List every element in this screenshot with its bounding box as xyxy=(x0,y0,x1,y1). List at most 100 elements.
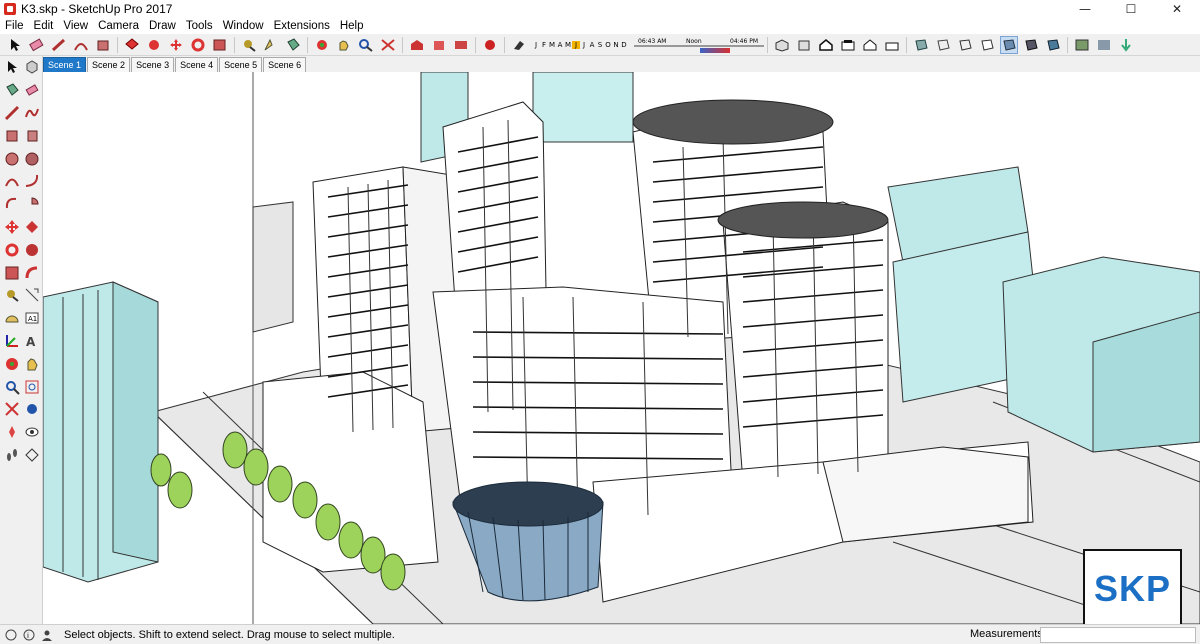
tab-scene-5[interactable]: Scene 5 xyxy=(219,57,263,72)
orbit-icon[interactable] xyxy=(313,36,331,54)
month-oct[interactable]: O xyxy=(604,41,612,49)
close-button[interactable]: ✕ xyxy=(1154,0,1200,18)
zoom-tool-icon[interactable] xyxy=(3,378,21,396)
line-tool-icon[interactable] xyxy=(3,104,21,122)
two-point-arc-tool-icon[interactable] xyxy=(23,172,41,190)
month-jul[interactable]: J xyxy=(580,41,588,49)
tab-scene-1[interactable]: Scene 1 xyxy=(43,57,87,72)
rotate-icon[interactable] xyxy=(189,36,207,54)
polygon-tool-icon[interactable] xyxy=(23,150,41,168)
menu-help[interactable]: Help xyxy=(335,18,369,34)
geo-location-icon[interactable] xyxy=(1095,36,1113,54)
walk-tool-icon[interactable] xyxy=(3,446,21,464)
shadow-toggle-icon[interactable] xyxy=(510,36,528,54)
move-tool-icon[interactable] xyxy=(3,218,21,236)
previous-view-tool-icon[interactable] xyxy=(23,400,41,418)
three-point-arc-tool-icon[interactable] xyxy=(3,195,21,213)
tab-scene-3[interactable]: Scene 3 xyxy=(131,57,175,72)
menu-view[interactable]: View xyxy=(58,18,93,34)
rotated-rectangle-tool-icon[interactable] xyxy=(23,127,41,145)
user-icon[interactable] xyxy=(40,628,54,642)
select-tool-icon[interactable] xyxy=(3,58,21,76)
arc-tool-icon[interactable] xyxy=(3,172,21,190)
time-slider-handle[interactable] xyxy=(700,47,730,53)
hiddenline-icon[interactable] xyxy=(978,36,996,54)
month-jun-selected[interactable]: J xyxy=(572,40,580,49)
pan-tool-icon[interactable] xyxy=(23,355,41,373)
month-aug[interactable]: A xyxy=(588,41,596,49)
tab-scene-2[interactable]: Scene 2 xyxy=(87,57,131,72)
shapes-icon[interactable] xyxy=(94,36,112,54)
time-track[interactable]: 06:43 AM Noon 04:46 PM xyxy=(634,36,764,54)
paint-bucket-icon[interactable] xyxy=(284,36,302,54)
follow-me-tool-icon[interactable] xyxy=(23,241,41,259)
monochrome-icon[interactable] xyxy=(1044,36,1062,54)
arc-icon[interactable] xyxy=(72,36,90,54)
iso-view-icon[interactable] xyxy=(773,36,791,54)
rectangle-tool-icon[interactable] xyxy=(3,127,21,145)
orbit-tool-icon[interactable] xyxy=(3,355,21,373)
model-viewport[interactable]: SKP xyxy=(43,72,1200,624)
share-model-icon[interactable] xyxy=(430,36,448,54)
zoom-icon[interactable] xyxy=(357,36,375,54)
month-feb[interactable]: F xyxy=(540,41,548,49)
month-sep[interactable]: S xyxy=(596,41,604,49)
select-icon[interactable] xyxy=(6,36,24,54)
month-jan[interactable]: J xyxy=(532,41,540,49)
geo-status-icon[interactable] xyxy=(4,628,18,642)
pan-icon[interactable] xyxy=(335,36,353,54)
dimension-tool-icon[interactable] xyxy=(23,286,41,304)
month-dec[interactable]: D xyxy=(620,41,628,49)
follow-me-icon[interactable] xyxy=(145,36,163,54)
menu-window[interactable]: Window xyxy=(218,18,269,34)
zoom-window-tool-icon[interactable] xyxy=(23,378,41,396)
menu-extensions[interactable]: Extensions xyxy=(269,18,335,34)
scale-icon[interactable] xyxy=(211,36,229,54)
extension-warehouse-icon[interactable] xyxy=(452,36,470,54)
back-view-icon[interactable] xyxy=(861,36,879,54)
menu-file[interactable]: File xyxy=(0,18,29,34)
3d-text-tool-icon[interactable]: A xyxy=(23,332,41,350)
tab-scene-6[interactable]: Scene 6 xyxy=(263,57,307,72)
text-tool-icon[interactable]: A1 xyxy=(23,309,41,327)
eraser-tool-icon[interactable] xyxy=(23,81,41,99)
measurements-input[interactable] xyxy=(1040,627,1196,643)
menu-tools[interactable]: Tools xyxy=(181,18,218,34)
shadow-month-selector[interactable]: J F M A M J J A S O N D xyxy=(532,36,628,54)
push-pull-tool-icon[interactable] xyxy=(23,218,41,236)
circle-tool-icon[interactable] xyxy=(3,150,21,168)
make-component-icon[interactable] xyxy=(23,58,41,76)
offset-tool-icon[interactable] xyxy=(23,264,41,282)
protractor-tool-icon[interactable] xyxy=(3,309,21,327)
xray-icon[interactable] xyxy=(912,36,930,54)
shaded-icon[interactable] xyxy=(1000,35,1018,54)
month-may[interactable]: M xyxy=(564,41,572,49)
tape-measure-tool-icon[interactable] xyxy=(3,286,21,304)
backedges-icon[interactable] xyxy=(934,36,952,54)
move-icon[interactable] xyxy=(167,36,185,54)
scale-tool-icon[interactable] xyxy=(3,264,21,282)
zoom-extents-icon[interactable] xyxy=(379,36,397,54)
warehouse-icon[interactable] xyxy=(408,36,426,54)
wireframe-icon[interactable] xyxy=(956,36,974,54)
pencil-icon[interactable] xyxy=(50,36,68,54)
tape-measure-icon[interactable] xyxy=(240,36,258,54)
credits-icon[interactable]: i xyxy=(22,628,36,642)
position-camera-tool-icon[interactable] xyxy=(3,423,21,441)
shadow-time-slider[interactable]: 06:43 AM Noon 04:46 PM xyxy=(634,36,764,54)
pie-tool-icon[interactable] xyxy=(23,195,41,213)
freehand-tool-icon[interactable] xyxy=(23,104,41,122)
tab-scene-4[interactable]: Scene 4 xyxy=(175,57,219,72)
text-icon[interactable] xyxy=(262,36,280,54)
axes-tool-icon[interactable] xyxy=(3,332,21,350)
textured-icon[interactable] xyxy=(1022,36,1040,54)
top-view-icon[interactable] xyxy=(795,36,813,54)
month-nov[interactable]: N xyxy=(612,41,620,49)
maximize-button[interactable]: ☐ xyxy=(1108,0,1154,18)
front-view-icon[interactable] xyxy=(817,36,835,54)
look-around-tool-icon[interactable] xyxy=(23,423,41,441)
month-apr[interactable]: A xyxy=(556,41,564,49)
eraser-icon[interactable] xyxy=(28,36,46,54)
paint-bucket-tool-icon[interactable] xyxy=(3,81,21,99)
month-mar[interactable]: M xyxy=(548,41,556,49)
